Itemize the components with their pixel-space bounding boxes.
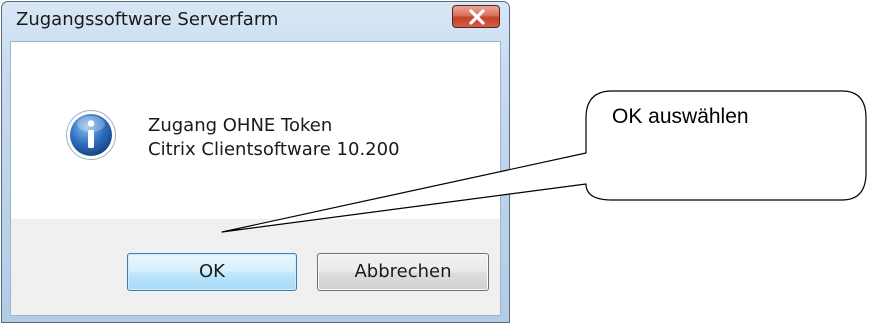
dialog-title: Zugangssoftware Serverfarm	[16, 9, 279, 30]
callout-text: OK auswählen	[612, 105, 749, 128]
close-x-icon	[469, 9, 485, 25]
dialog-titlebar[interactable]: Zugangssoftware Serverfarm	[2, 2, 509, 40]
information-icon	[66, 110, 116, 160]
cancel-button[interactable]: Abbrechen	[317, 253, 489, 291]
message-line-1: Zugang OHNE Token	[148, 115, 333, 136]
ok-button[interactable]: OK	[127, 253, 297, 291]
message-line-2: Citrix Clientsoftware 10.200	[148, 139, 400, 160]
dialog-client-area: Zugang OHNE Token Citrix Clientsoftware …	[10, 41, 501, 316]
message-area: Zugang OHNE Token Citrix Clientsoftware …	[11, 42, 500, 219]
close-button[interactable]	[452, 5, 500, 28]
message-dialog: Zugangssoftware Serverfarm Zugang OHNE T…	[1, 1, 510, 323]
screenshot-stage: Zugangssoftware Serverfarm Zugang OHNE T…	[0, 0, 869, 327]
